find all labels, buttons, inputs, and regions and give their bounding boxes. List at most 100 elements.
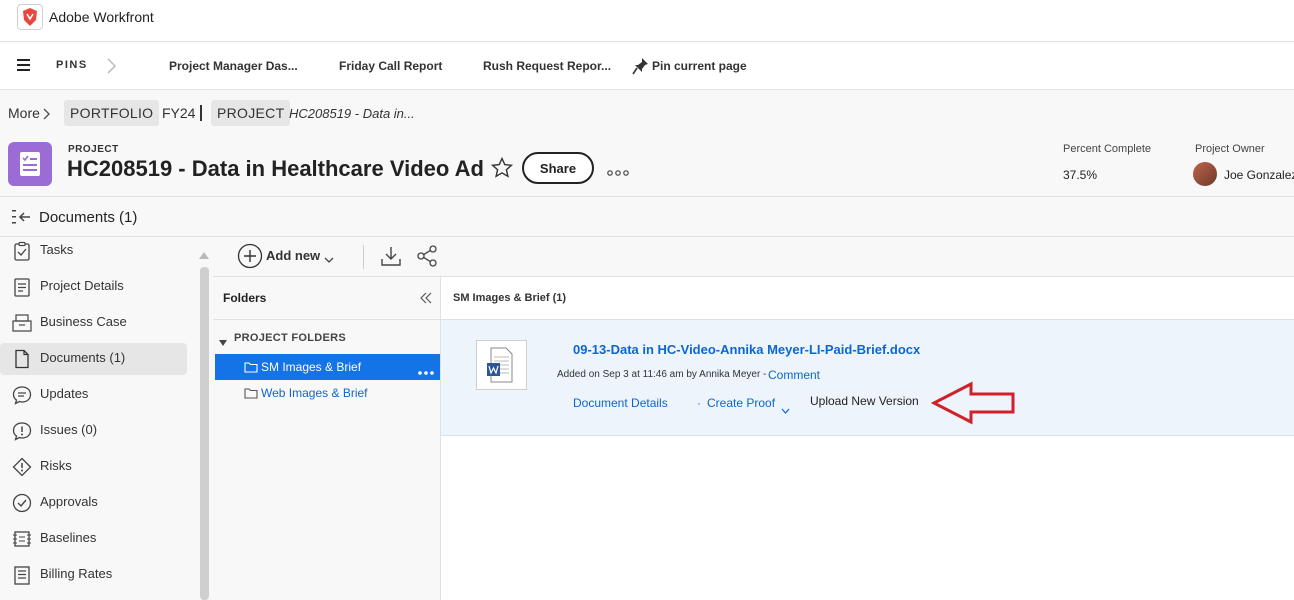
download-icon[interactable]	[380, 245, 402, 272]
project-header: More PORTFOLIO FY24 PROJECT HC208519 - D…	[0, 90, 1294, 197]
project-icon	[8, 142, 52, 186]
document-row[interactable]: 09-13-Data in HC-Video-Annika Meyer-LI-P…	[441, 320, 1294, 436]
baselines-icon	[12, 529, 32, 549]
document-name-link[interactable]: 09-13-Data in HC-Video-Annika Meyer-LI-P…	[573, 342, 920, 357]
nav-label: Updates	[40, 386, 89, 401]
folders-panel: Folders PROJECT FOLDERS SM Images & Brie…	[213, 277, 441, 600]
collapse-sidebar-icon[interactable]	[11, 208, 33, 231]
details-icon	[12, 277, 32, 297]
sidebar-scrollbar[interactable]	[200, 267, 209, 600]
breadcrumb-more[interactable]: More	[8, 105, 40, 121]
annotation-arrow-icon	[930, 380, 1017, 431]
collapse-folders-icon[interactable]	[420, 291, 432, 309]
share-button[interactable]: Share	[522, 152, 594, 184]
nav-item-baselines[interactable]: Baselines	[0, 523, 187, 555]
create-proof-link[interactable]: Create Proof	[707, 396, 775, 410]
pin-item-friday-call-report[interactable]: Friday Call Report	[339, 59, 442, 73]
pin-item-rush-request[interactable]: Rush Request Repor...	[483, 59, 611, 73]
nav-label: Issues (0)	[40, 422, 98, 437]
folder-more-icon[interactable]	[417, 363, 435, 381]
nav-item-updates[interactable]: Updates	[0, 379, 187, 411]
nav-label: Tasks	[40, 242, 74, 257]
word-document-icon[interactable]	[476, 340, 527, 390]
nav-label: Documents (1)	[40, 350, 126, 365]
nav-item-risks[interactable]: Risks	[0, 451, 187, 483]
billing-rates-icon	[12, 565, 32, 585]
chevron-down-icon	[324, 251, 334, 269]
nav-label: Billing Rates	[40, 566, 113, 581]
nav-item-billing-rates[interactable]: Billing Rates	[0, 559, 187, 591]
bullet-separator: ·	[697, 396, 701, 410]
section-header: Documents (1)	[0, 197, 1294, 237]
project-type-label: PROJECT	[68, 144, 119, 155]
document-icon	[12, 349, 32, 369]
documents-header: SM Images & Brief (1)	[441, 277, 1294, 320]
folder-icon	[244, 386, 258, 404]
chevron-down-icon	[781, 401, 790, 419]
folder-item-sm-images[interactable]: SM Images & Brief	[215, 354, 440, 380]
project-owner-name[interactable]: Joe Gonzalez	[1224, 168, 1294, 182]
owner-avatar[interactable]	[1193, 162, 1217, 186]
upload-new-version-link[interactable]: Upload New Version	[810, 394, 919, 408]
pin-current-page-button[interactable]: Pin current page	[652, 59, 747, 73]
breadcrumb-portfolio-name[interactable]: FY24	[162, 105, 195, 121]
plus-circle-icon	[237, 243, 263, 274]
folder-label: Web Images & Brief	[261, 386, 368, 400]
documents-toolbar: Add new	[213, 237, 1294, 277]
triangle-down-icon[interactable]	[219, 333, 227, 351]
chevron-right-icon	[105, 57, 117, 80]
hamburger-menu-icon[interactable]	[16, 58, 32, 77]
pin-item-project-manager[interactable]: Project Manager Das...	[169, 59, 298, 73]
chevron-right-icon	[42, 107, 52, 125]
folder-item-web-images[interactable]: Web Images & Brief	[215, 380, 440, 406]
add-new-label: Add new	[266, 248, 321, 263]
documents-panel: SM Images & Brief (1) 09-13-Data in HC-V…	[441, 277, 1294, 600]
app-logo-icon	[17, 4, 43, 30]
toolbar-divider	[363, 245, 364, 269]
risks-icon	[12, 457, 32, 477]
nav-label: Risks	[40, 458, 72, 473]
left-navigation: Tasks Project Details Business Case Docu…	[0, 237, 213, 600]
document-details-link[interactable]: Document Details	[573, 396, 668, 410]
tasks-icon	[12, 241, 32, 261]
breadcrumb-project-chip[interactable]: PROJECT	[211, 100, 291, 126]
star-icon[interactable]	[490, 156, 514, 185]
section-title: Documents (1)	[39, 209, 138, 226]
share-icon[interactable]	[415, 244, 439, 273]
project-owner-label: Project Owner	[1195, 143, 1265, 155]
folder-label: SM Images & Brief	[261, 360, 362, 374]
project-title: HC208519 - Data in Healthcare Video Ad	[67, 156, 484, 181]
business-case-icon	[12, 313, 32, 333]
issues-icon	[12, 421, 32, 441]
folders-title: Folders	[223, 291, 267, 305]
breadcrumb-divider	[200, 105, 202, 121]
nav-label: Approvals	[40, 494, 98, 509]
more-options-icon[interactable]	[607, 164, 629, 182]
nav-label: Business Case	[40, 314, 127, 329]
pin-icon[interactable]	[632, 56, 650, 81]
scroll-up-arrow-icon[interactable]	[198, 247, 210, 265]
nav-item-business-case[interactable]: Business Case	[0, 307, 187, 339]
comment-link[interactable]: Comment	[768, 368, 820, 382]
percent-complete-value: 37.5%	[1063, 168, 1098, 182]
pins-label: PINS	[56, 59, 88, 71]
nav-label: Project Details	[40, 278, 124, 293]
breadcrumb-project-name[interactable]: HC208519 - Data in...	[289, 106, 415, 121]
pins-bar: PINS Project Manager Das... Friday Call …	[0, 42, 1294, 90]
nav-item-project-details[interactable]: Project Details	[0, 271, 187, 303]
nav-item-issues[interactable]: Issues (0)	[0, 415, 187, 447]
documents-folder-title: SM Images & Brief (1)	[453, 292, 567, 304]
app-title: Adobe Workfront	[49, 9, 154, 25]
folder-icon	[244, 360, 258, 378]
title-bar: Adobe Workfront	[0, 0, 1294, 42]
folders-header: Folders	[213, 277, 440, 320]
nav-item-documents[interactable]: Documents (1)	[0, 343, 187, 375]
updates-icon	[12, 385, 32, 405]
nav-item-approvals[interactable]: Approvals	[0, 487, 187, 519]
document-added-info: Added on Sep 3 at 11:46 am by Annika Mey…	[557, 369, 767, 380]
nav-item-tasks[interactable]: Tasks	[0, 235, 187, 267]
percent-complete-label: Percent Complete	[1063, 143, 1152, 155]
project-folders-label[interactable]: PROJECT FOLDERS	[234, 332, 346, 344]
nav-label: Baselines	[40, 530, 97, 545]
breadcrumb-portfolio-chip[interactable]: PORTFOLIO	[64, 100, 160, 126]
